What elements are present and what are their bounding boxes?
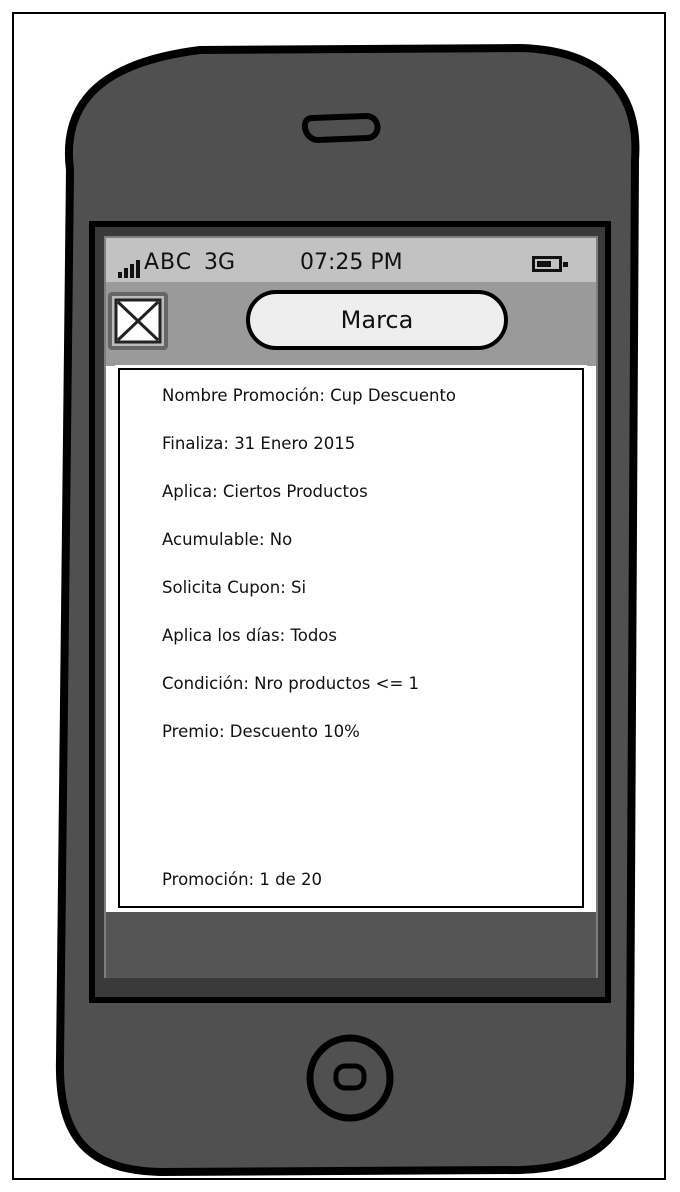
promotion-details: Nombre Promoción: Cup Descuento Finaliza… bbox=[115, 365, 587, 911]
close-button[interactable] bbox=[108, 292, 168, 350]
network-type: 3G bbox=[204, 250, 236, 275]
battery-icon bbox=[532, 256, 568, 272]
carrier-name: ABC bbox=[144, 250, 193, 275]
promotion-prize: Premio: Descuento 10% bbox=[162, 722, 360, 741]
promotion-days: Aplica los días: Todos bbox=[162, 626, 337, 645]
promotion-pagination: Promoción: 1 de 20 bbox=[162, 870, 322, 889]
brand-title-button[interactable]: Marca bbox=[246, 290, 508, 350]
status-bar: ABC 3G 07:25 PM bbox=[108, 246, 596, 284]
home-button-icon bbox=[333, 1063, 367, 1091]
screen-bottom bbox=[106, 912, 596, 978]
status-time: 07:25 PM bbox=[300, 250, 403, 275]
earpiece bbox=[301, 112, 381, 144]
promotion-requires-coupon: Solicita Cupon: Si bbox=[162, 578, 307, 597]
promotion-name: Nombre Promoción: Cup Descuento bbox=[162, 386, 457, 405]
promotion-applies-to: Aplica: Ciertos Productos bbox=[162, 482, 368, 501]
close-box-icon bbox=[114, 298, 162, 344]
promotion-cumulative: Acumulable: No bbox=[162, 530, 293, 549]
signal-strength-icon bbox=[118, 258, 144, 278]
promotion-condition: Condición: Nro productos <= 1 bbox=[162, 674, 420, 693]
promotion-end-date: Finaliza: 31 Enero 2015 bbox=[162, 434, 356, 453]
